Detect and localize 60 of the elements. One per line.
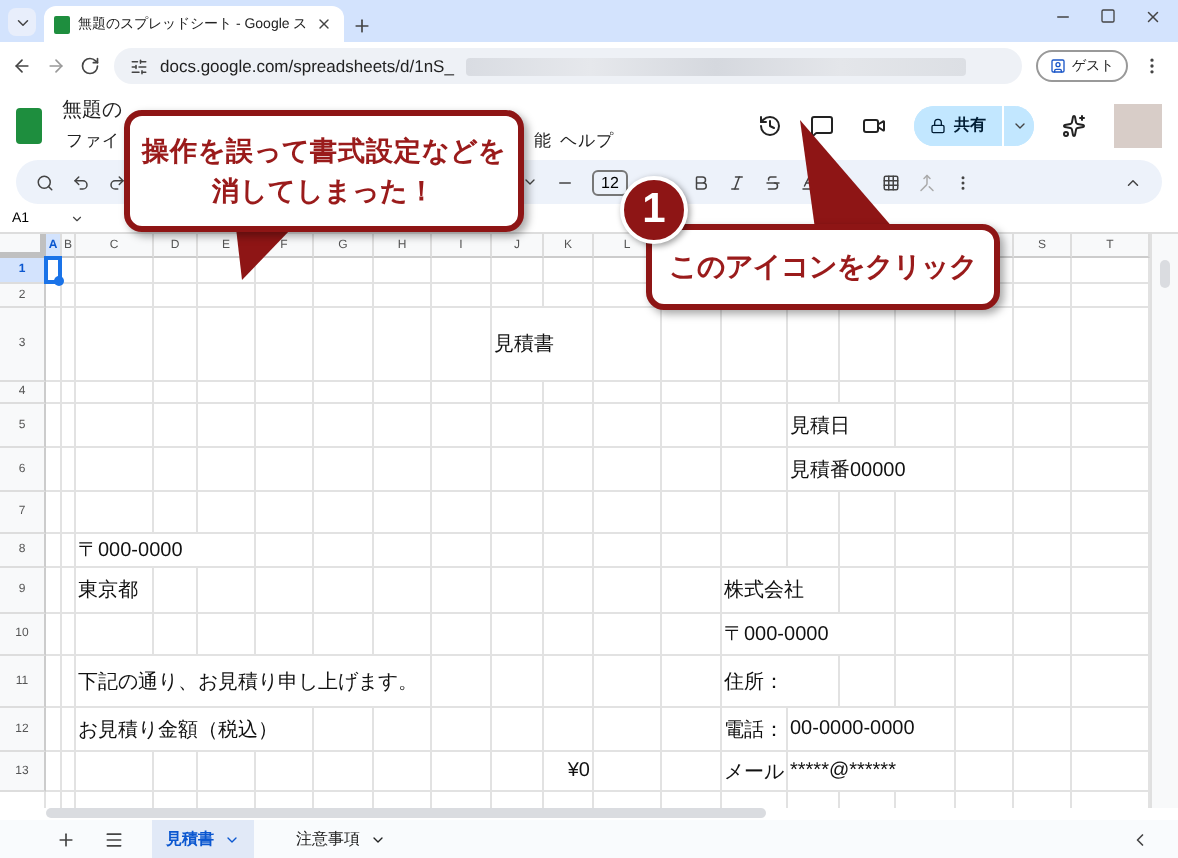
cell-value[interactable]: ¥0 xyxy=(544,752,594,792)
sheets-logo-icon xyxy=(16,107,42,143)
cell-value[interactable]: *****@****** xyxy=(788,752,956,792)
cell-value[interactable]: 見積番00000 xyxy=(788,448,956,492)
cell-value[interactable]: 00-0000-0000 xyxy=(788,708,956,752)
plus-icon xyxy=(352,16,372,36)
cell-value[interactable]: お見積り金額（税込） xyxy=(76,708,314,752)
lock-icon xyxy=(930,117,946,133)
menu-item[interactable]: ヘルプ xyxy=(556,130,618,154)
close-icon[interactable] xyxy=(315,16,332,32)
sheet-list-icon[interactable] xyxy=(104,829,124,849)
search-icon[interactable] xyxy=(36,173,54,191)
merge-icon[interactable] xyxy=(918,173,936,191)
callout-tooltip: 操作を誤って書式設定などを消してしまった！ xyxy=(124,110,524,232)
comment-icon[interactable] xyxy=(810,113,834,137)
sheets-favicon-icon xyxy=(54,15,70,33)
cell-value[interactable]: 〒000-0000 xyxy=(722,614,896,656)
callout-tooltip: このアイコンをクリック xyxy=(646,224,1000,310)
close-icon[interactable] xyxy=(1144,8,1162,26)
caret-icon xyxy=(70,211,84,225)
borders-icon[interactable] xyxy=(882,173,900,191)
sparkle-icon[interactable] xyxy=(1062,113,1086,137)
italic-icon[interactable] xyxy=(728,173,746,191)
strikethrough-icon[interactable] xyxy=(764,173,782,191)
reload-icon[interactable] xyxy=(80,56,100,76)
cell-value[interactable]: メール xyxy=(722,752,788,792)
sheet-tab[interactable]: 見積書 xyxy=(152,820,254,858)
maximize-icon[interactable] xyxy=(1100,8,1116,24)
cell-value[interactable]: 東京都 xyxy=(76,568,154,614)
undo-icon[interactable] xyxy=(72,173,90,191)
scrollbar-thumb[interactable] xyxy=(46,808,766,818)
cell-value[interactable]: 見積日 xyxy=(788,404,896,448)
sheet-tab[interactable]: 注意事項 xyxy=(282,820,400,858)
document-title[interactable]: 無題の xyxy=(62,96,122,124)
vertical-scrollbar[interactable] xyxy=(1150,234,1178,808)
cell-value[interactable]: 見積書 xyxy=(492,308,594,382)
tab-list-button[interactable] xyxy=(8,8,36,36)
history-icon[interactable] xyxy=(758,113,782,137)
scrollbar-thumb[interactable] xyxy=(1160,260,1170,288)
menu-item[interactable]: 能 xyxy=(530,130,556,154)
cell-value[interactable]: 株式会社 xyxy=(722,568,840,614)
share-menu-button[interactable] xyxy=(1002,105,1034,145)
address-bar[interactable]: docs.google.com/spreadsheets/d/1nS_ xyxy=(114,48,1022,84)
caret-icon[interactable] xyxy=(522,174,538,190)
site-settings-icon[interactable] xyxy=(130,57,148,75)
cell-value[interactable]: 〒000-0000 xyxy=(76,534,256,568)
video-icon[interactable] xyxy=(862,113,886,137)
new-tab-button[interactable] xyxy=(352,16,372,36)
person-icon xyxy=(1050,58,1066,74)
url-text: docs.google.com/spreadsheets/d/1nS_ xyxy=(160,56,454,76)
back-icon[interactable] xyxy=(12,56,32,76)
menu-item[interactable]: ファイ xyxy=(62,130,124,154)
cell-value[interactable]: 住所： xyxy=(722,656,840,708)
redo-icon[interactable] xyxy=(108,173,126,191)
add-sheet-icon[interactable] xyxy=(56,829,76,849)
avatar-placeholder[interactable] xyxy=(1114,103,1162,147)
bold-icon[interactable] xyxy=(692,173,710,191)
cell-value[interactable]: 電話： xyxy=(722,708,788,752)
forward-icon[interactable] xyxy=(46,56,66,76)
cell-value[interactable]: 下記の通り、お見積り申し上げます。 xyxy=(76,656,432,708)
